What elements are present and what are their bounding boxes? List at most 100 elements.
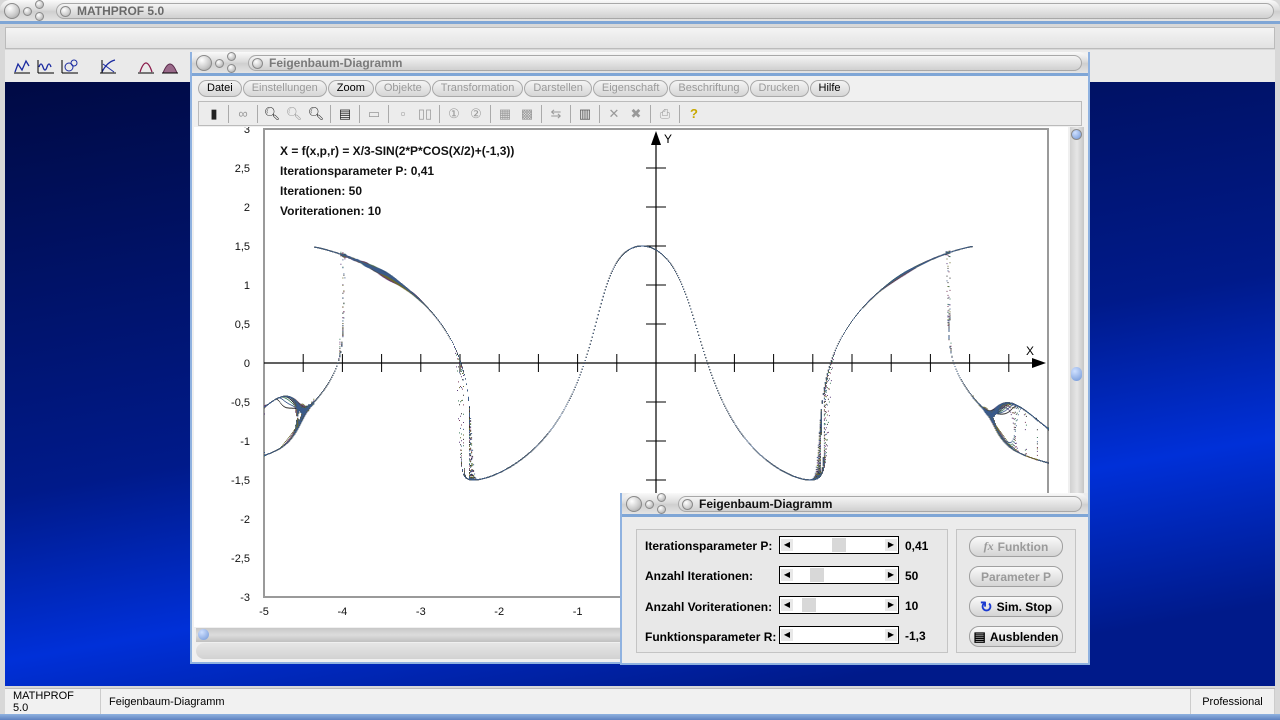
scroll-thumb[interactable] xyxy=(1071,367,1082,381)
scroll-up-button[interactable] xyxy=(1071,129,1082,140)
menu-darstellen[interactable]: Darstellen xyxy=(524,80,592,97)
window-orb-icon[interactable] xyxy=(657,493,666,502)
ausblenden-button[interactable]: ▤ Ausblenden xyxy=(969,626,1063,647)
pages-icon[interactable]: ▥ xyxy=(574,104,596,124)
dot-icon xyxy=(60,6,71,17)
formula-text: X = f(x,p,r) = X/3-SIN(2*P*COS(X/2)+(-1,… xyxy=(280,141,514,161)
menu-drucken[interactable]: Drucken xyxy=(750,80,809,97)
menu-zoom[interactable]: Zoom xyxy=(328,80,374,97)
distribution-icon[interactable] xyxy=(161,58,179,74)
menu-transformation[interactable]: Transformation xyxy=(432,80,524,97)
dialog-title: Feigenbaum-Diagramm xyxy=(699,497,832,511)
print-icon[interactable]: ⎙ xyxy=(654,104,676,124)
tangent-icon[interactable] xyxy=(99,58,117,74)
y-tick-label: 2 xyxy=(244,202,250,214)
window-orb-icon[interactable] xyxy=(626,496,642,512)
circle-1-icon[interactable]: ① xyxy=(443,104,465,124)
glasses-icon[interactable]: ∞ xyxy=(232,104,254,124)
slider-row: Funktionsparameter R: ◀ ▶ -1,3 xyxy=(637,626,947,646)
window-orb-icon[interactable] xyxy=(196,55,212,71)
sim-stop-button[interactable]: ↻ Sim. Stop xyxy=(969,596,1063,617)
parametric-icon[interactable] xyxy=(61,58,79,74)
calculator-icon[interactable]: ▮ xyxy=(203,104,225,124)
arrow-left-icon[interactable]: ◀ xyxy=(781,539,793,551)
waves-icon[interactable] xyxy=(37,58,55,74)
zoom-out-icon[interactable]: 🔍︎ xyxy=(261,104,283,124)
zoom-in-icon[interactable]: 🔍︎ xyxy=(305,104,327,124)
slider-value: -1,3 xyxy=(905,629,926,643)
arrow-right-icon[interactable]: ▶ xyxy=(885,539,897,551)
table-icon[interactable]: ▦ xyxy=(494,104,516,124)
param-p-text: Iterationsparameter P: 0,41 xyxy=(280,161,514,181)
funktion-button[interactable]: fx Funktion xyxy=(969,536,1063,557)
help-icon[interactable]: ? xyxy=(683,104,705,124)
feigenbaum-dialog: Feigenbaum-Diagramm Iterationsparameter … xyxy=(620,493,1090,665)
slider-param-r[interactable]: ◀ ▶ xyxy=(779,626,899,644)
y-tick-label: 2,5 xyxy=(235,163,250,175)
status-module: Feigenbaum-Diagramm xyxy=(101,689,1191,714)
hide-icon: ▤ xyxy=(974,629,986,645)
menu-datei[interactable]: Datei xyxy=(198,80,242,97)
slider-thumb[interactable] xyxy=(810,568,824,582)
arrow-left-icon[interactable]: ◀ xyxy=(781,629,793,641)
clear-icon[interactable]: ✕ xyxy=(603,104,625,124)
preiterations-text: Voriterationen: 10 xyxy=(280,201,514,221)
window-orb-icon[interactable] xyxy=(227,64,236,73)
menu-beschriftung[interactable]: Beschriftung xyxy=(669,80,748,97)
app-menubar xyxy=(5,27,1275,49)
scroll-left-button[interactable] xyxy=(198,629,209,640)
window-orb-icon[interactable] xyxy=(35,12,44,21)
slider-value: 10 xyxy=(905,599,918,613)
clear-all-icon[interactable]: ✖ xyxy=(625,104,647,124)
window-orb-icon[interactable] xyxy=(35,0,44,9)
window-icon[interactable]: ▭ xyxy=(363,104,385,124)
properties-icon[interactable]: ▤ xyxy=(334,104,356,124)
arrow-right-icon[interactable]: ▶ xyxy=(885,569,897,581)
window-orb-icon[interactable] xyxy=(657,505,666,514)
status-app: MATHPROF 5.0 xyxy=(5,689,101,714)
arrow-left-icon[interactable]: ◀ xyxy=(781,599,793,611)
slider-value: 0,41 xyxy=(905,539,928,553)
zoom-reset-icon[interactable]: 🔍︎ xyxy=(283,104,305,124)
slider-value: 50 xyxy=(905,569,918,583)
slider-thumb[interactable] xyxy=(832,538,846,552)
slider-thumb[interactable] xyxy=(802,598,816,612)
window-orb-icon[interactable] xyxy=(215,59,224,68)
y-tick-label: 1 xyxy=(244,280,250,292)
y-tick-label: 0 xyxy=(244,358,250,370)
window-orb-icon[interactable] xyxy=(227,52,236,61)
slider-preiterations[interactable]: ◀ ▶ xyxy=(779,596,899,614)
menu-objekte[interactable]: Objekte xyxy=(375,80,431,97)
ausblenden-button-label: Ausblenden xyxy=(990,630,1059,644)
menu-hilfe[interactable]: Hilfe xyxy=(810,80,850,97)
window-orb-icon[interactable] xyxy=(645,500,654,509)
slider-panel: Iterationsparameter P: ◀ ▶ 0,41 Anzahl I… xyxy=(636,529,948,653)
slider-row: Iterationsparameter P: ◀ ▶ 0,41 xyxy=(637,536,947,556)
x-tick-label: -1 xyxy=(573,606,583,618)
y-tick-label: -2 xyxy=(240,514,250,526)
swap-icon[interactable]: ⇆ xyxy=(545,104,567,124)
fx-icon: fx xyxy=(984,539,994,554)
window-orb-icon[interactable] xyxy=(4,3,20,19)
box-icon[interactable]: ▫ xyxy=(392,104,414,124)
slider-param-p[interactable]: ◀ ▶ xyxy=(779,536,899,554)
dot-icon xyxy=(252,58,263,69)
parameter-p-button[interactable]: Parameter P xyxy=(969,566,1063,587)
curve-extremum-icon[interactable] xyxy=(137,58,155,74)
x-axis-label: X xyxy=(1026,344,1034,358)
app-titlebar: MATHPROF 5.0 xyxy=(0,0,1280,24)
arrow-left-icon[interactable]: ◀ xyxy=(781,569,793,581)
circle-2-icon[interactable]: ② xyxy=(465,104,487,124)
two-box-icon[interactable]: ▯▯ xyxy=(414,104,436,124)
window-orb-icon[interactable] xyxy=(23,7,32,16)
y-tick-label: -0,5 xyxy=(231,397,250,409)
status-edition: Professional xyxy=(1191,689,1275,714)
slider-iterations[interactable]: ◀ ▶ xyxy=(779,566,899,584)
arrow-right-icon[interactable]: ▶ xyxy=(885,629,897,641)
function-graph-icon[interactable] xyxy=(13,58,31,74)
arrow-right-icon[interactable]: ▶ xyxy=(885,599,897,611)
menu-eigenschaft[interactable]: Eigenschaft xyxy=(593,80,668,97)
y-tick-label: -2,5 xyxy=(231,553,250,565)
menu-einstellungen[interactable]: Einstellungen xyxy=(243,80,327,97)
copy-table-icon[interactable]: ▩ xyxy=(516,104,538,124)
